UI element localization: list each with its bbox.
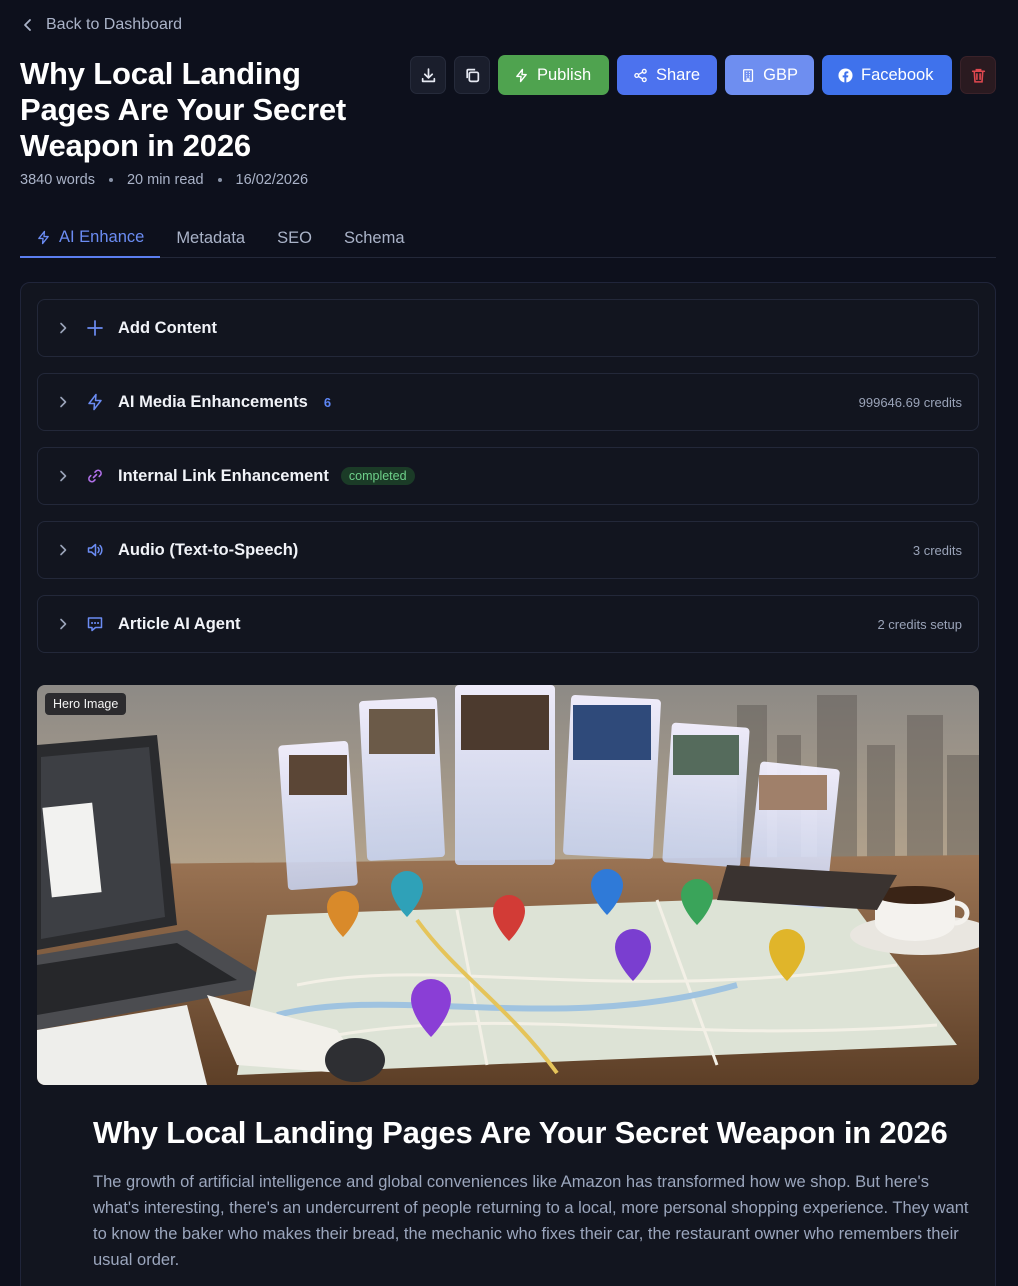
section-add-content[interactable]: Add Content <box>37 299 979 357</box>
action-toolbar: Publish Share GBP Facebook <box>410 55 996 95</box>
tab-metadata[interactable]: Metadata <box>160 218 261 258</box>
editor-page: Back to Dashboard Why Local Landing Page… <box>0 0 1018 1286</box>
hero-image[interactable]: Hero Image <box>37 685 979 1085</box>
gbp-label: GBP <box>763 65 798 84</box>
credits-info: 999646.69 credits <box>858 394 962 410</box>
copy-button[interactable] <box>454 56 490 94</box>
facebook-label: Facebook <box>861 65 934 84</box>
speaker-icon <box>87 543 103 557</box>
download-icon <box>421 67 435 82</box>
section-audio-tts[interactable]: Audio (Text-to-Speech) 3 credits <box>37 521 979 579</box>
chevron-right-icon <box>60 544 67 556</box>
lightning-icon <box>88 393 102 411</box>
tab-label: SEO <box>277 228 312 247</box>
plus-icon <box>87 320 103 336</box>
section-internal-link-enhancement[interactable]: Internal Link Enhancement completed <box>37 447 979 505</box>
publish-date: 16/02/2026 <box>235 172 309 188</box>
tab-bar: AI Enhance Metadata SEO Schema <box>20 218 996 258</box>
chevron-right-icon <box>60 618 67 630</box>
lightning-icon <box>38 230 49 244</box>
section-label: Audio (Text-to-Speech) <box>118 540 299 559</box>
section-label: Add Content <box>118 318 217 337</box>
facebook-icon <box>838 67 853 83</box>
section-article-ai-agent[interactable]: Article AI Agent 2 credits setup <box>37 595 979 653</box>
chevron-right-icon <box>60 396 67 408</box>
copy-icon <box>465 68 479 82</box>
section-label: Article AI Agent <box>118 614 241 633</box>
page-title: Why Local Landing Pages Are Your Secret … <box>20 56 347 163</box>
section-ai-media-enhancements[interactable]: AI Media Enhancements 6 999646.69 credit… <box>37 373 979 431</box>
section-label: Internal Link Enhancement <box>118 466 329 485</box>
media-count: 6 <box>323 394 332 410</box>
status-badge: completed <box>340 467 415 485</box>
hero-image-tag: Hero Image <box>45 693 127 715</box>
tab-label: Metadata <box>176 228 246 247</box>
share-label: Share <box>656 65 701 84</box>
chevron-right-icon <box>60 322 67 334</box>
chat-icon <box>87 617 103 632</box>
meta-separator <box>108 178 113 182</box>
delete-button[interactable] <box>960 56 996 94</box>
share-icon <box>634 68 647 82</box>
gbp-button[interactable]: GBP <box>725 55 814 95</box>
tab-label: AI Enhance <box>59 227 145 246</box>
meta-separator <box>217 178 222 182</box>
lightning-icon <box>516 68 527 82</box>
section-label: AI Media Enhancements <box>118 392 308 411</box>
building-icon <box>743 68 754 82</box>
back-to-dashboard-link[interactable]: Back to Dashboard <box>20 16 182 34</box>
article-heading: Why Local Landing Pages Are Your Secret … <box>93 1115 948 1150</box>
facebook-button[interactable]: Facebook <box>822 55 952 95</box>
back-label: Back to Dashboard <box>46 16 183 33</box>
chevron-right-icon <box>60 470 67 482</box>
chevron-left-icon <box>24 19 31 31</box>
publish-button[interactable]: Publish <box>498 55 609 95</box>
credits-info: 2 credits setup <box>877 616 962 632</box>
read-time: 20 min read <box>126 172 204 188</box>
trash-icon <box>971 68 985 83</box>
tab-schema[interactable]: Schema <box>328 218 421 258</box>
download-button[interactable] <box>410 56 446 94</box>
link-icon <box>88 469 102 483</box>
publish-label: Publish <box>537 65 592 84</box>
hero-illustration <box>37 685 979 1085</box>
credits-info: 3 credits <box>912 542 962 558</box>
tab-seo[interactable]: SEO <box>261 218 328 258</box>
tab-ai-enhance[interactable]: AI Enhance <box>20 218 161 258</box>
word-count: 3840 words <box>20 172 95 188</box>
enhance-panel: Add Content AI Media Enhancements 6 9996… <box>20 282 996 1286</box>
article-paragraph: The growth of artificial intelligence an… <box>93 1173 969 1269</box>
tab-label: Schema <box>343 228 405 247</box>
share-button[interactable]: Share <box>617 55 717 95</box>
article-meta: 3840 words 20 min read 16/02/2026 <box>20 172 308 188</box>
